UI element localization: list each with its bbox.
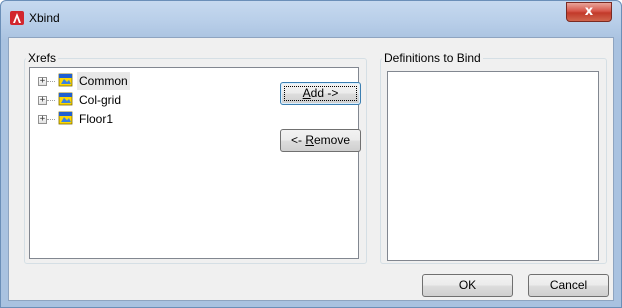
cancel-button[interactable]: Cancel [528,274,609,297]
expand-plus-icon[interactable]: + [38,114,47,124]
dialog-client-area: Xrefs + Common + Col-grid + Floor1 Add -… [8,37,614,301]
remove-button[interactable]: <- Remove [280,129,361,152]
definitions-group-label: Definitions to Bind [382,51,483,65]
autocad-app-icon [10,11,24,25]
ok-button[interactable]: OK [422,274,513,297]
add-button[interactable]: Add -> [280,82,361,105]
xbind-dialog: Xbind x Xrefs + Common + Col-grid + Floo… [0,0,622,308]
title-bar[interactable]: Xbind x [1,1,621,37]
xref-drawing-icon [58,73,73,87]
tree-item-floor1[interactable]: + Floor1 [30,110,358,128]
xref-drawing-icon [58,111,73,125]
xrefs-group-label: Xrefs [26,51,59,65]
expand-plus-icon[interactable]: + [38,76,47,86]
tree-item-label: Common [77,72,130,90]
window-title: Xbind [29,11,60,25]
definitions-group: Definitions to Bind [380,51,607,264]
definitions-list[interactable] [387,71,599,261]
expand-plus-icon[interactable]: + [38,95,47,105]
tree-item-label: Floor1 [79,112,114,126]
xref-drawing-icon [58,92,73,106]
close-icon: x [584,4,594,19]
close-button[interactable]: x [566,2,612,22]
tree-item-label: Col-grid [79,93,122,107]
